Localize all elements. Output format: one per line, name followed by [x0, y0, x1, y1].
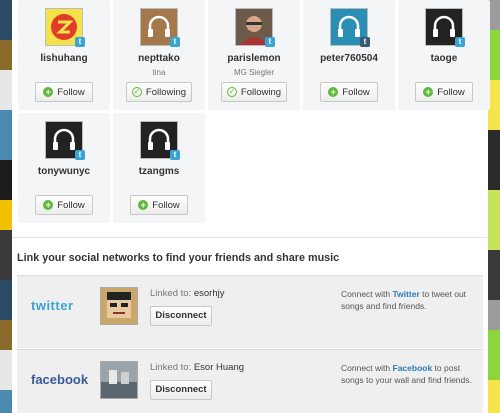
twitter-description: Connect with Twitter to tweet out songs …: [341, 288, 481, 312]
realname: MG Siegler: [233, 68, 274, 77]
user-card: t parislemon MG Siegler ✓ Following: [208, 0, 300, 110]
username[interactable]: nepttako: [113, 53, 205, 64]
friends-modal: t lishuhang + Follow t nepttako tina ✓ F…: [12, 0, 490, 413]
username[interactable]: tzangms: [113, 166, 205, 177]
facebook-linked-to: Linked to: Esor Huang: [150, 362, 244, 373]
user-card: t peter760504 + Follow: [303, 0, 395, 110]
facebook-description: Connect with Facebook to post songs to y…: [341, 362, 481, 386]
follow-button[interactable]: + Follow: [130, 195, 188, 215]
twitter-badge-icon: t: [75, 37, 85, 47]
user-card: t tonywunyc + Follow: [18, 113, 110, 223]
background-left-strip: [0, 0, 12, 413]
social-section-title: Link your social networks to find your f…: [17, 252, 340, 264]
facebook-link[interactable]: Facebook: [393, 363, 433, 373]
twitter-disconnect-button[interactable]: Disconnect: [150, 306, 212, 326]
following-label: Following: [145, 86, 187, 98]
twitter-linked-avatar: [100, 287, 138, 325]
twitter-badge-icon: t: [75, 150, 85, 160]
username[interactable]: peter760504: [303, 53, 395, 64]
follow-label: Follow: [152, 199, 180, 211]
twitter-badge-icon: t: [455, 37, 465, 47]
plus-icon: +: [328, 87, 339, 97]
desc-text: Connect with: [341, 289, 393, 299]
following-label: Following: [240, 86, 282, 98]
follow-label: Follow: [57, 86, 85, 98]
twitter-linked-to: Linked to: esorhjy: [150, 288, 224, 299]
following-button[interactable]: ✓ Following: [221, 82, 287, 102]
username[interactable]: taoge: [398, 53, 490, 64]
user-card: t lishuhang + Follow: [18, 0, 110, 110]
plus-icon: +: [43, 200, 54, 210]
user-card: t taoge + Follow: [398, 0, 490, 110]
username[interactable]: tonywunyc: [18, 166, 110, 177]
follow-label: Follow: [437, 86, 465, 98]
username[interactable]: parislemon: [208, 53, 300, 64]
twitter-badge-icon: t: [170, 37, 180, 47]
linked-label: Linked to:: [150, 362, 192, 373]
facebook-disconnect-button[interactable]: Disconnect: [150, 380, 212, 400]
facebook-logo: facebook: [31, 372, 89, 387]
follow-button[interactable]: + Follow: [415, 82, 473, 102]
facebook-connection-row: facebook Linked to: Esor Huang Disconnec…: [17, 349, 483, 413]
photo-avatar-icon: [101, 362, 137, 398]
plus-icon: +: [43, 87, 54, 97]
cartoon-avatar-icon: [101, 288, 137, 324]
user-card: t nepttako tina ✓ Following: [113, 0, 205, 110]
twitter-badge-icon: t: [170, 150, 180, 160]
twitter-link[interactable]: Twitter: [393, 289, 420, 299]
realname: tina: [152, 68, 166, 77]
check-icon: ✓: [226, 87, 237, 97]
follow-button[interactable]: + Follow: [320, 82, 378, 102]
follow-button[interactable]: + Follow: [35, 82, 93, 102]
check-icon: ✓: [131, 87, 142, 97]
follow-label: Follow: [57, 199, 85, 211]
follow-label: Follow: [342, 86, 370, 98]
follow-button[interactable]: + Follow: [35, 195, 93, 215]
user-card: t tzangms + Follow: [113, 113, 205, 223]
twitter-badge-icon: t: [265, 37, 275, 47]
twitter-connection-row: twitter Linked to: esorhjy Disconnect Co…: [17, 275, 483, 348]
plus-icon: +: [138, 200, 149, 210]
following-button[interactable]: ✓ Following: [126, 82, 192, 102]
twitter-linked-name: esorhjy: [193, 288, 225, 299]
linked-label: Linked to:: [150, 288, 192, 299]
username[interactable]: lishuhang: [18, 53, 110, 64]
facebook-linked-avatar: [100, 361, 138, 399]
tumblr-badge-icon: t: [360, 37, 370, 47]
facebook-linked-name: Esor Huang: [193, 362, 245, 373]
section-divider: [12, 237, 488, 238]
plus-icon: +: [423, 87, 434, 97]
twitter-logo: twitter: [31, 298, 74, 313]
desc-text: Connect with: [341, 363, 393, 373]
